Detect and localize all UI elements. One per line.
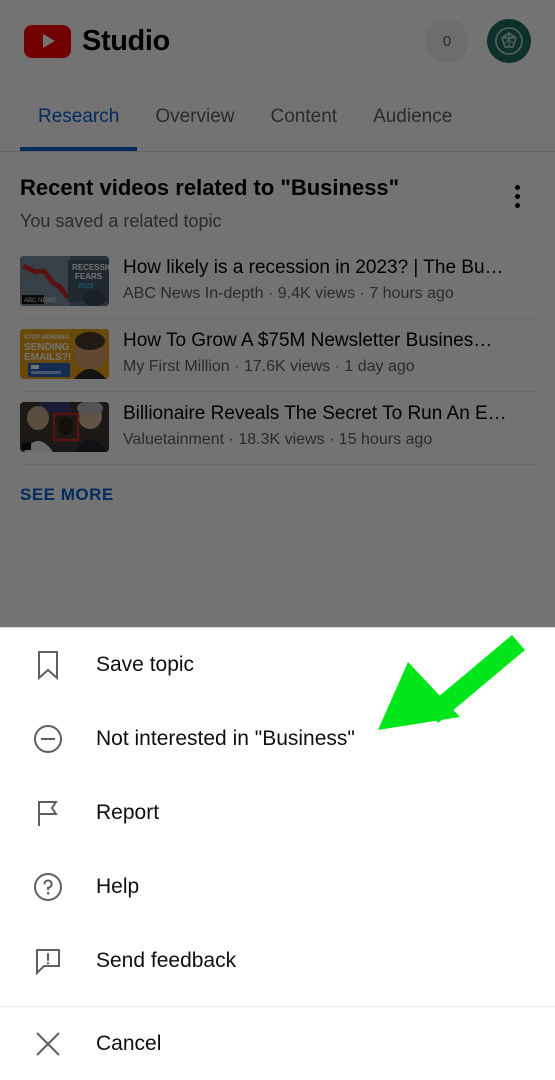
tab-research[interactable]: Research <box>20 82 138 151</box>
video-title: How To Grow A $75M Newsletter Busines… <box>123 329 493 351</box>
menu-item-send-feedback[interactable]: Send feedback <box>0 924 555 998</box>
more-vertical-icon[interactable] <box>499 176 535 216</box>
video-title: Billionaire Reveals The Secret To Run An… <box>123 402 507 424</box>
avatar[interactable] <box>487 19 531 63</box>
menu-item-label: Not interested in "Business" <box>96 727 355 750</box>
menu-item-label: Send feedback <box>96 949 237 972</box>
menu-item-report[interactable]: Report <box>0 776 555 850</box>
flag-icon <box>26 798 70 828</box>
menu-item-help[interactable]: Help <box>0 850 555 924</box>
bookmark-icon <box>26 650 70 680</box>
tab-bar: Research Overview Content Audience <box>0 82 555 152</box>
research-card-heading-group: Recent videos related to "Business" You … <box>20 174 499 232</box>
channel-avatar-icon <box>495 27 523 55</box>
menu-item-label: Cancel <box>96 1032 162 1055</box>
menu-item-label: Help <box>96 875 140 898</box>
notification-count-badge[interactable]: 0 <box>425 19 469 63</box>
svg-text:STOP SENDING: STOP SENDING <box>24 335 69 341</box>
background-app: Studio 0 Research Overview Content Audie… <box>0 0 555 627</box>
video-title: How likely is a recession in 2023? | The… <box>123 256 504 278</box>
card-subtitle: You saved a related topic <box>20 210 222 231</box>
svg-text:2023: 2023 <box>78 283 94 290</box>
menu-item-label: Save topic <box>96 653 195 676</box>
menu-item-cancel[interactable]: Cancel <box>0 1007 555 1080</box>
list-item[interactable]: Billionaire Reveals The Secret To Run An… <box>20 392 535 465</box>
feedback-icon <box>26 946 70 976</box>
list-item[interactable]: STOP SENDING SENDING EMAILS?! How To Gro… <box>20 319 535 392</box>
see-more-link[interactable]: SEE MORE <box>0 465 555 505</box>
bottom-sheet-menu: Save topic Not interested in "Business" … <box>0 627 555 1080</box>
tab-audience[interactable]: Audience <box>355 82 470 151</box>
interview-thumbnail <box>20 401 109 452</box>
tab-content[interactable]: Content <box>253 82 356 151</box>
video-info: How likely is a recession in 2023? | The… <box>123 256 535 304</box>
close-icon <box>26 1029 70 1059</box>
svg-text:EMAILS?!: EMAILS?! <box>24 352 71 363</box>
svg-text:ABC NEWS: ABC NEWS <box>24 298 56 304</box>
brand-name: Studio <box>82 24 170 57</box>
related-videos-list: RECESSION FEARS 2023 ABC NEWS How likely… <box>0 232 555 465</box>
header-actions: 0 <box>425 19 531 63</box>
sending-emails-thumbnail: STOP SENDING SENDING EMAILS?! <box>20 328 109 379</box>
research-card-header: Recent videos related to "Business" You … <box>0 152 555 232</box>
youtube-studio-screen: Studio 0 Research Overview Content Audie… <box>0 0 555 1080</box>
video-info: How To Grow A $75M Newsletter Busines… M… <box>123 329 535 377</box>
tab-overview[interactable]: Overview <box>137 82 252 151</box>
help-circle-icon <box>26 872 70 902</box>
video-meta: Valuetainment · 18.3K views · 15 hours a… <box>123 431 433 449</box>
youtube-play-icon <box>24 24 71 58</box>
menu-item-label: Report <box>96 801 160 824</box>
brand-logo[interactable]: Studio <box>24 24 170 58</box>
list-item[interactable]: RECESSION FEARS 2023 ABC NEWS How likely… <box>20 246 535 319</box>
video-info: Billionaire Reveals The Secret To Run An… <box>123 402 535 450</box>
video-meta: ABC News In-depth · 9.4K views · 7 hours… <box>123 285 454 303</box>
menu-item-not-interested[interactable]: Not interested in "Business" <box>0 702 555 776</box>
page-title: Recent videos related to "Business" <box>20 175 400 200</box>
recession-chart-thumbnail: RECESSION FEARS 2023 ABC NEWS <box>20 255 109 306</box>
svg-text:FEARS: FEARS <box>75 272 103 281</box>
minus-circle-icon <box>26 724 70 754</box>
app-header: Studio 0 <box>0 0 555 82</box>
video-meta: My First Million · 17.6K views · 1 day a… <box>123 358 415 376</box>
svg-text:RECESSION: RECESSION <box>72 263 109 272</box>
menu-item-save-topic[interactable]: Save topic <box>0 628 555 702</box>
